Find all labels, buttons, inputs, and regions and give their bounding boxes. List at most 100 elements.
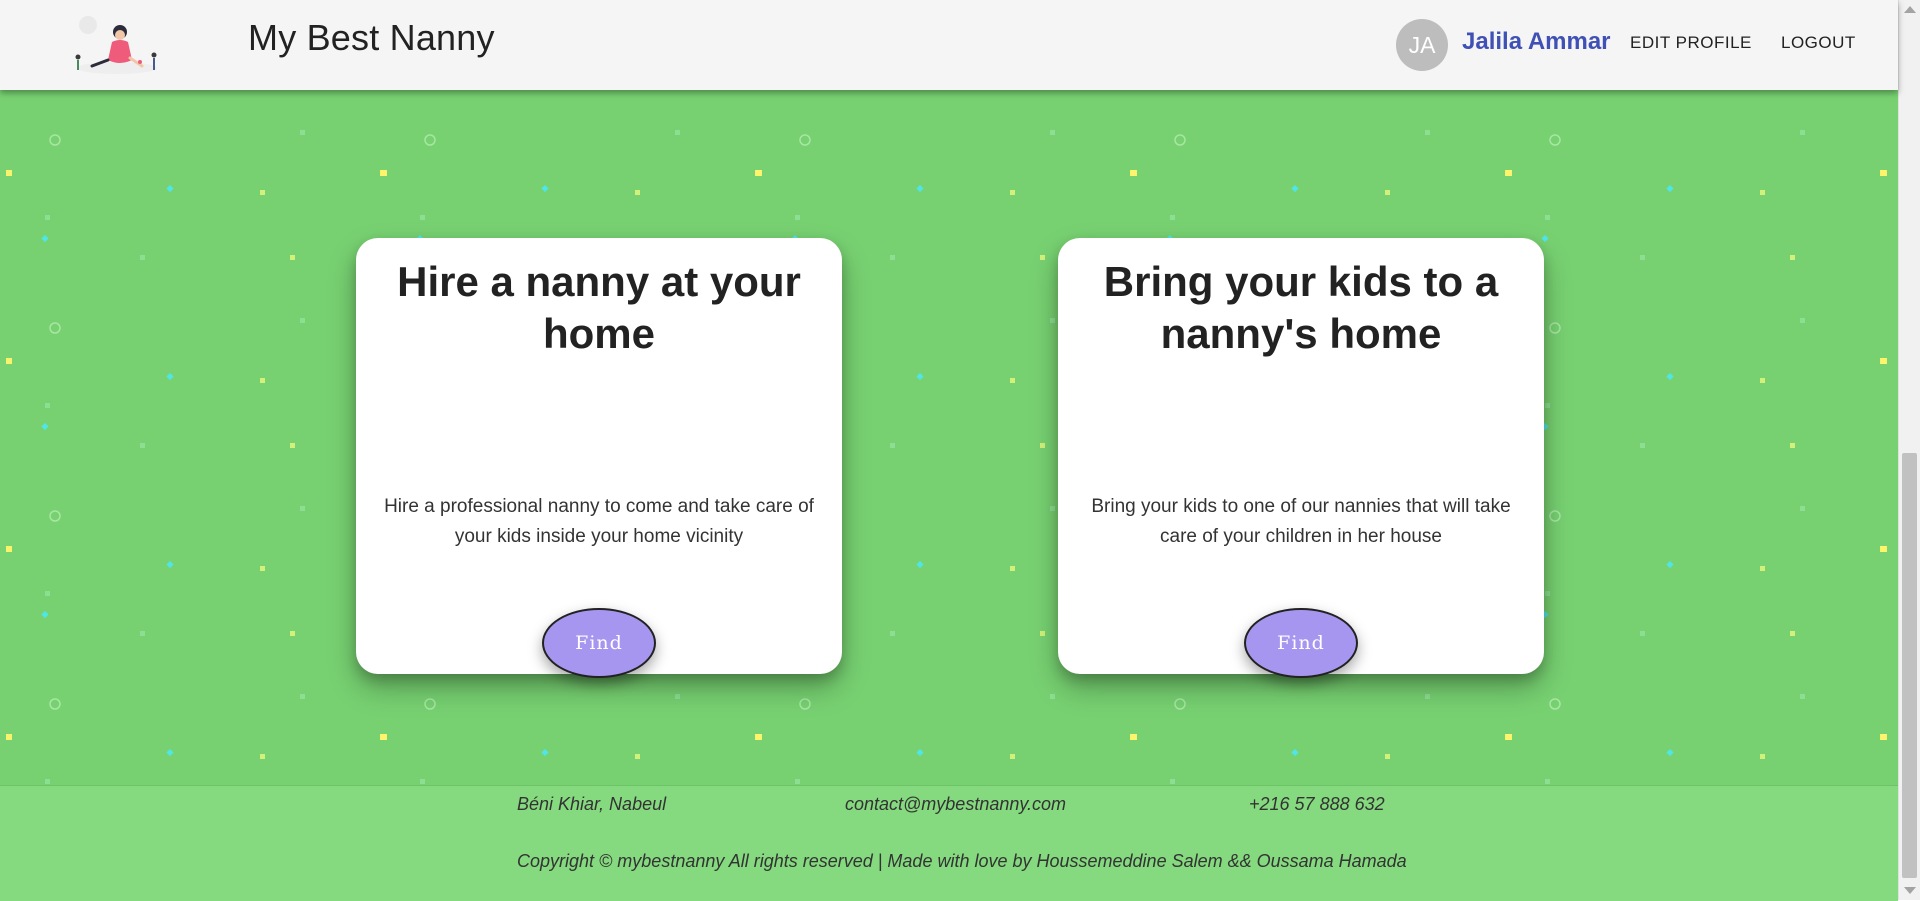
confetti-dot [166, 561, 174, 569]
logo-icon[interactable] [70, 10, 165, 80]
confetti-dot [290, 443, 295, 448]
confetti-dot [6, 358, 12, 364]
swirl-mark [49, 322, 61, 334]
confetti-dot [1760, 190, 1765, 195]
swirl-mark [1174, 134, 1186, 146]
confetti-dot [916, 373, 924, 381]
swirl-mark [424, 134, 436, 146]
confetti-dot [6, 546, 12, 552]
confetti-dot [1666, 749, 1674, 757]
user-avatar[interactable]: JA [1396, 19, 1448, 71]
hire-nanny-card: Hire a nanny at your home Hire a profess… [356, 238, 842, 678]
footer: Béni Khiar, Nabeul contact@mybestnanny.c… [0, 785, 1898, 901]
confetti-dot [1666, 185, 1674, 193]
confetti-dot [166, 185, 174, 193]
confetti-dot [290, 631, 295, 636]
confetti-dot [45, 215, 50, 220]
swirl-mark [1549, 322, 1561, 334]
footer-email[interactable]: contact@mybestnanny.com [845, 794, 1066, 815]
confetti-dot [1385, 754, 1390, 759]
scroll-up-icon[interactable] [1904, 6, 1916, 13]
confetti-dot [1040, 631, 1045, 636]
swirl-mark [1174, 698, 1186, 710]
confetti-dot [1291, 749, 1299, 757]
confetti-dot [260, 754, 265, 759]
confetti-dot [890, 255, 895, 260]
confetti-dot [756, 170, 762, 176]
confetti-dot [140, 631, 145, 636]
confetti-dot [260, 190, 265, 195]
confetti-dot [140, 443, 145, 448]
confetti-dot [1170, 215, 1175, 220]
scroll-down-icon[interactable] [1904, 887, 1916, 894]
confetti-dot [166, 373, 174, 381]
confetti-dot [1506, 734, 1512, 740]
card-title: Bring your kids to a nanny's home [1103, 258, 1499, 357]
edit-profile-button[interactable]: EDIT PROFILE [1630, 33, 1752, 53]
confetti-dot [1385, 190, 1390, 195]
find-nanny-at-home-button[interactable]: Find [542, 608, 656, 678]
user-name[interactable]: Jalila Ammar [1462, 28, 1611, 56]
confetti-dot [166, 748, 174, 757]
card-title: Hire a nanny at your home [397, 258, 801, 357]
confetti-dot [1800, 318, 1805, 323]
confetti-dot [890, 631, 895, 636]
page-scrollbar[interactable] [1898, 0, 1920, 900]
confetti-dot [45, 403, 50, 408]
confetti-dot [1425, 130, 1430, 135]
confetti-dot [541, 748, 549, 757]
footer-address: Béni Khiar, Nabeul [517, 794, 667, 814]
confetti-dot [1545, 215, 1550, 220]
footer-copyright: Copyright © mybestnanny All rights reser… [517, 851, 1407, 871]
confetti-dot [1291, 185, 1299, 193]
confetti-dot [300, 506, 305, 511]
confetti-dot [1640, 255, 1645, 260]
confetti-dot [1800, 130, 1805, 135]
confetti-dot [300, 694, 305, 699]
confetti-dot [45, 779, 50, 784]
confetti-dot [300, 130, 305, 135]
swirl-mark [1549, 134, 1561, 146]
confetti-dot [290, 255, 295, 260]
confetti-dot [1506, 170, 1512, 176]
confetti-dot [1010, 190, 1015, 195]
confetti-dot [1050, 318, 1055, 323]
confetti-dot [1640, 631, 1645, 636]
app-title[interactable]: My Best Nanny [248, 17, 495, 59]
confetti-dot [541, 184, 549, 193]
background-pattern [6, 130, 1887, 784]
confetti-dot [420, 215, 425, 220]
confetti-dot [260, 566, 265, 571]
confetti-dot [1010, 754, 1015, 759]
logout-button[interactable]: LOGOUT [1781, 33, 1856, 53]
confetti-dot [41, 610, 49, 619]
main-content: Hire a nanny at your home Hire a profess… [0, 90, 1898, 785]
footer-phone: +216 57 888 632 [1249, 794, 1385, 814]
confetti-dot [795, 779, 800, 784]
confetti-dot [675, 694, 680, 699]
confetti-dot [1790, 443, 1795, 448]
confetti-dot [381, 170, 387, 176]
swirl-mark [1549, 698, 1561, 710]
swirl-mark [799, 698, 811, 710]
confetti-dot [1790, 255, 1795, 260]
swirl-mark [49, 698, 61, 710]
confetti-dot [1040, 443, 1045, 448]
confetti-dot [1760, 566, 1765, 571]
confetti-dot [45, 591, 50, 596]
confetti-dot [1545, 403, 1550, 408]
confetti-dot [1640, 443, 1645, 448]
confetti-dot [795, 215, 800, 220]
confetti-dot [420, 779, 425, 784]
confetti-dot [1760, 754, 1765, 759]
confetti-dot [1666, 373, 1674, 381]
confetti-dot [1545, 779, 1550, 784]
confetti-dot [916, 561, 924, 569]
confetti-dot [890, 443, 895, 448]
scroll-thumb[interactable] [1902, 453, 1917, 878]
confetti-dot [1541, 235, 1549, 243]
confetti-dot [916, 185, 924, 193]
swirl-mark [799, 134, 811, 146]
confetti-dot [1010, 566, 1015, 571]
find-nanny-home-button[interactable]: Find [1244, 608, 1358, 678]
